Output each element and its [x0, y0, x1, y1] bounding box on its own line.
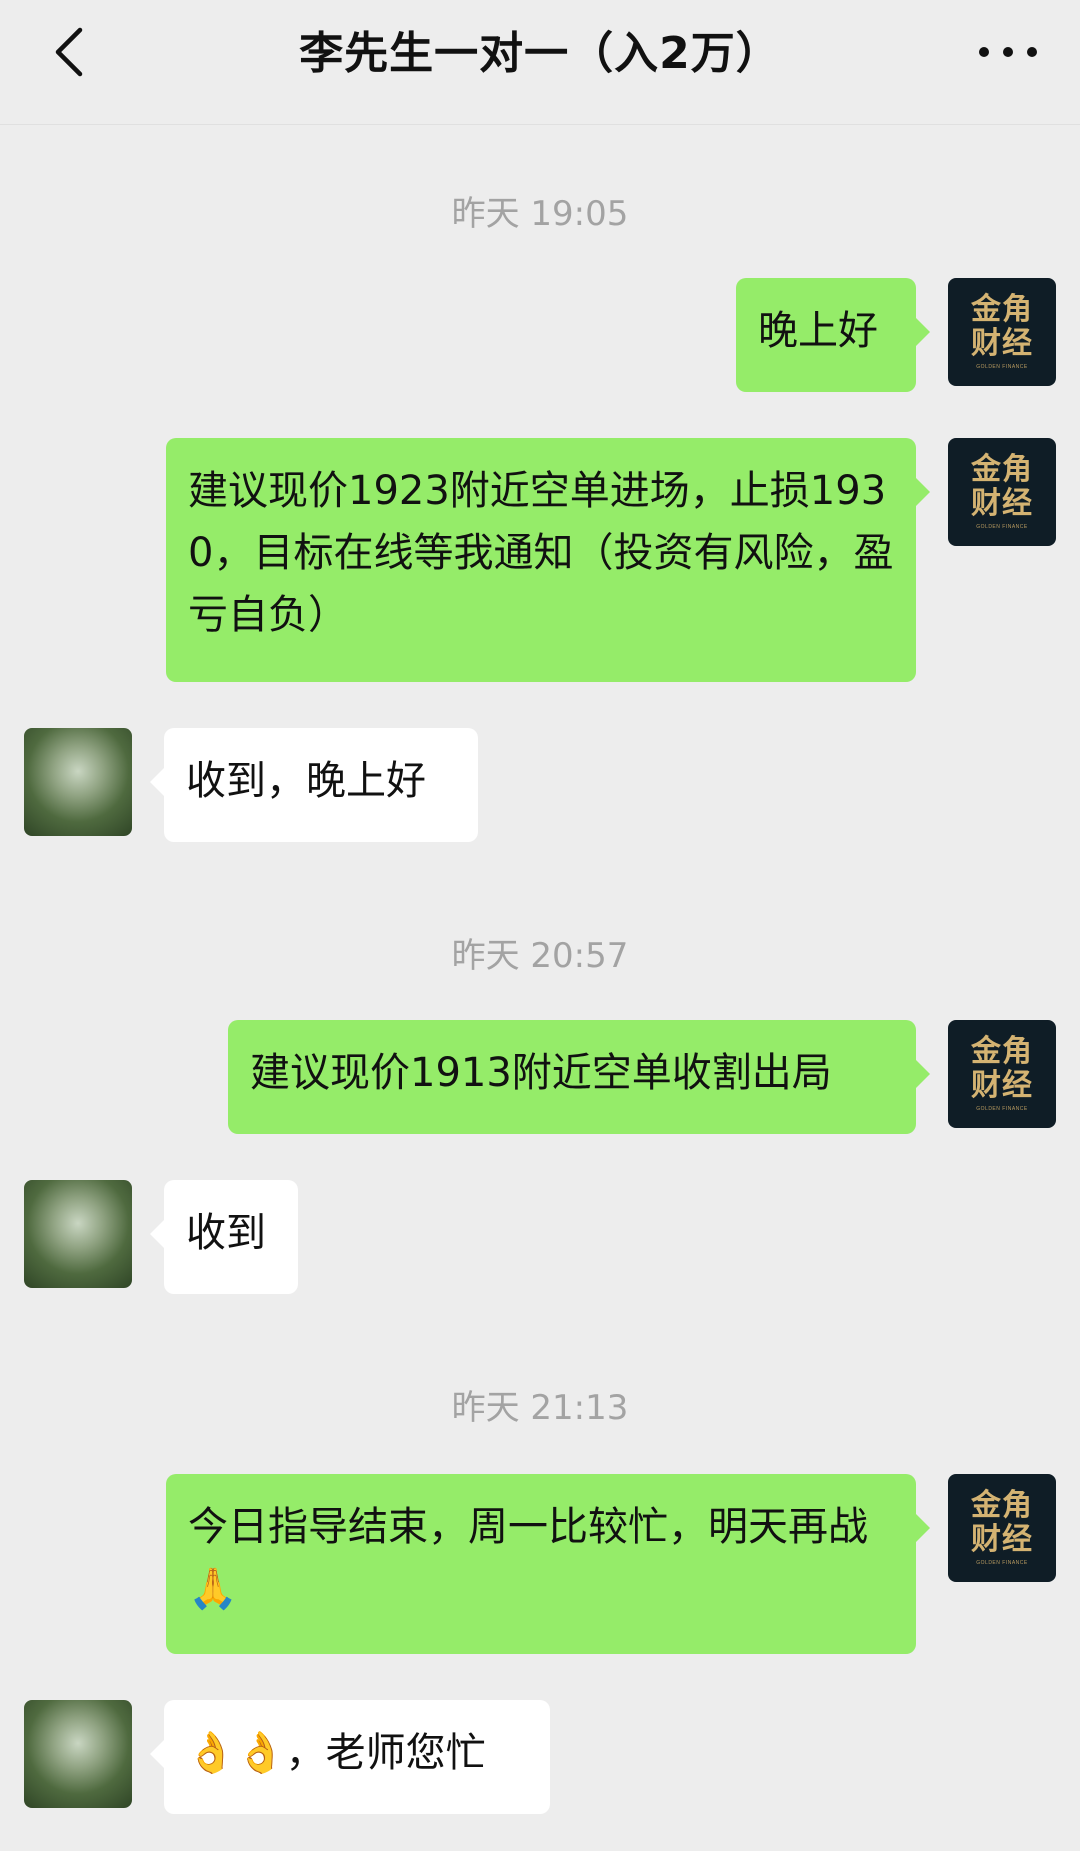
avatar[interactable]: 金角 财经 GOLDEN FINANCE: [948, 438, 1056, 546]
avatar-brand-sub: GOLDEN FINANCE: [976, 524, 1028, 530]
chevron-left-icon: [55, 27, 83, 77]
message-bubble-outgoing[interactable]: 今日指导结束，周一比较忙，明天再战🙏: [166, 1474, 930, 1654]
message-bubble-outgoing[interactable]: 建议现价1923附近空单进场，止损1930，目标在线等我通知（投资有风险，盈亏自…: [166, 438, 930, 682]
message-text: 👌👌，老师您忙: [186, 1730, 486, 1776]
message-text: 今日指导结束，周一比较忙，明天再战🙏: [188, 1504, 868, 1612]
avatar[interactable]: 金角 财经 GOLDEN FINANCE: [948, 278, 1056, 386]
avatar-brand-line1: 金角: [971, 292, 1033, 327]
avatar-brand-line2: 财经: [971, 486, 1033, 521]
message-bubble-incoming[interactable]: 收到: [150, 1180, 298, 1294]
message-bubble-incoming[interactable]: 收到，晚上好: [150, 728, 478, 842]
avatar-brand-line1: 金角: [971, 1488, 1033, 1523]
avatar-brand-sub: GOLDEN FINANCE: [976, 364, 1028, 370]
avatar[interactable]: 金角 财经 GOLDEN FINANCE: [948, 1474, 1056, 1582]
avatar-brand-line1: 金角: [971, 1034, 1033, 1069]
message-text: 收到: [186, 1210, 266, 1256]
timestamp: 昨天 20:57: [451, 936, 629, 976]
avatar-brand-line1: 金角: [971, 452, 1033, 487]
back-button[interactable]: [40, 22, 100, 82]
more-button[interactable]: [972, 30, 1044, 74]
message-text: 建议现价1913附近空单收割出局: [250, 1050, 832, 1096]
avatar-brand-line2: 财经: [971, 1068, 1033, 1103]
more-dots-icon: [979, 47, 1037, 57]
avatar-brand-line2: 财经: [971, 326, 1033, 361]
avatar[interactable]: 金角 财经 GOLDEN FINANCE: [948, 1020, 1056, 1128]
chat-title: 李先生一对一（入2万）: [299, 28, 781, 79]
avatar-brand-sub: GOLDEN FINANCE: [976, 1560, 1028, 1566]
avatar-brand-line2: 财经: [971, 1522, 1033, 1557]
chat-header: 李先生一对一（入2万）: [0, 0, 1080, 125]
avatar[interactable]: [24, 728, 132, 836]
message-text: 收到，晚上好: [186, 758, 426, 804]
message-text: 建议现价1923附近空单进场，止损1930，目标在线等我通知（投资有风险，盈亏自…: [188, 468, 894, 638]
message-text: 晚上好: [758, 308, 878, 354]
message-bubble-outgoing[interactable]: 晚上好: [736, 278, 930, 392]
avatar[interactable]: [24, 1180, 132, 1288]
message-bubble-incoming[interactable]: 👌👌，老师您忙: [150, 1700, 550, 1814]
avatar-brand-sub: GOLDEN FINANCE: [976, 1106, 1028, 1112]
avatar[interactable]: [24, 1700, 132, 1808]
message-bubble-outgoing[interactable]: 建议现价1913附近空单收割出局: [228, 1020, 930, 1134]
timestamp: 昨天 21:13: [451, 1388, 629, 1428]
timestamp: 昨天 19:05: [451, 194, 629, 234]
